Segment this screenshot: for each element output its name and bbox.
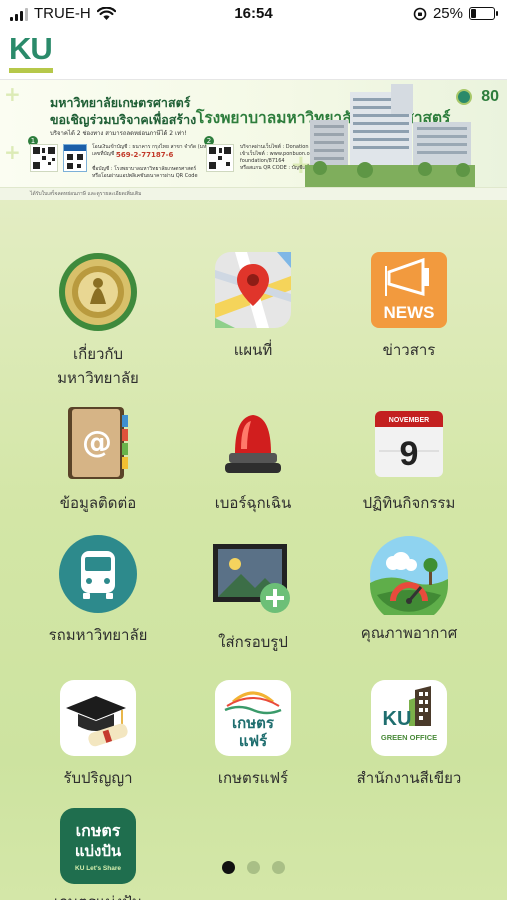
banner-footer-text: ได้รับใบเสร็จลดหย่อนภาษี และดูรายละเอียด…: [30, 191, 142, 197]
app-label: ข่าวสาร: [382, 341, 436, 359]
news-icon: NEWS: [371, 252, 447, 328]
app-label: เบอร์ฉุกเฉิน: [214, 494, 292, 512]
decorative-cross-icon: +: [4, 82, 21, 106]
app-label: รับปริญญา: [63, 769, 133, 787]
app-university-bus[interactable]: รถมหาวิทยาลัย: [23, 535, 173, 647]
app-label: แผนที่: [233, 341, 273, 359]
calendar-icon: NOVEMBER 9: [371, 405, 447, 481]
bus-icon: [59, 535, 137, 613]
app-calendar[interactable]: NOVEMBER 9 ปฏิทินกิจกรรม: [334, 405, 484, 515]
app-label: รถมหาวิทยาลัย: [48, 626, 148, 644]
add-photo-frame-icon: [213, 540, 293, 616]
app-header: KU: [0, 28, 507, 80]
app-kaset-fair[interactable]: เกษตร แฟร์ เกษตรแฟร์: [178, 680, 328, 790]
bank-account-number: 569-2-77187-6: [116, 151, 174, 159]
battery-icon: [469, 7, 498, 20]
app-contacts[interactable]: @ ข้อมูลติดต่อ: [23, 405, 173, 515]
qr-code-icon: [30, 144, 58, 172]
green-office-icon: KU GREEN OFFICE: [371, 680, 447, 756]
page-dot-2[interactable]: [247, 861, 260, 874]
university-seal-icon: [58, 252, 138, 332]
banner-footer: ได้รับใบเสร็จลดหย่อนภาษี และดูรายละเอียด…: [0, 187, 507, 200]
contacts-book-icon: @: [60, 405, 136, 481]
app-emergency[interactable]: เบอร์ฉุกเฉิน: [178, 405, 328, 515]
air-quality-icon: [369, 535, 449, 624]
battery-percent: 25%: [432, 5, 463, 22]
app-about-university[interactable]: เกี่ยวกับ มหาวิทยาลัย: [23, 252, 173, 390]
step1-note: ชื่อบัญชี : โรงพยาบาลมหาวิทยาลัยเกษตรศาส…: [92, 166, 198, 179]
app-label: คุณภาพอากาศ: [360, 624, 458, 642]
status-bar: TRUE-H 16:54 25%: [0, 0, 507, 28]
kaset-share-top: เกษตร: [76, 821, 121, 840]
ku-logo[interactable]: KU: [9, 32, 55, 74]
ku-logo-text: KU: [9, 31, 53, 66]
app-photo-frame[interactable]: ใส่กรอบรูป: [178, 540, 328, 654]
banner-title-line2: ขอเชิญร่วมบริจาคเพื่อสร้าง: [50, 112, 197, 127]
app-label: ปฏิทินกิจกรรม: [362, 494, 456, 512]
app-label: สำนักงานสีเขียว: [356, 769, 462, 787]
app-green-office[interactable]: KU GREEN OFFICE สำนักงานสีเขียว: [334, 680, 484, 790]
anniversary-logo: 80: [481, 88, 499, 105]
app-label: เกษตรแฟร์: [217, 769, 289, 787]
bank-qr-code-icon: [63, 144, 87, 172]
graduation-cap-icon: [60, 680, 136, 756]
ku-logo-underline: [9, 68, 53, 73]
page-dot-1[interactable]: [222, 861, 235, 874]
kaset-fair-icon: เกษตร แฟร์: [215, 680, 291, 756]
app-graduation[interactable]: รับปริญญา: [23, 680, 173, 790]
app-air-quality[interactable]: คุณภาพอากาศ: [334, 535, 484, 645]
map-icon: [215, 252, 291, 328]
kaset-share-mid: แบ่งปัน: [75, 842, 122, 860]
kaset-fair-bottom: แฟร์: [239, 732, 268, 750]
app-label: เกษตรแบ่งปัน: [23, 890, 173, 900]
kaset-fair-top: เกษตร: [232, 714, 275, 732]
app-grid: เกี่ยวกับ มหาวิทยาลัย แผนที่ NEWS ข่าวสา…: [0, 200, 507, 900]
emergency-siren-icon: [215, 405, 291, 481]
app-label: ข้อมูลติดต่อ: [59, 494, 137, 512]
page-dot-3[interactable]: [272, 861, 285, 874]
app-news[interactable]: NEWS ข่าวสาร: [334, 252, 484, 362]
app-label: ใส่กรอบรูป: [218, 633, 288, 651]
app-kaset-share[interactable]: เกษตร แบ่งปัน KU Let's Share เกษตรแบ่งปั…: [23, 808, 173, 900]
green-office-text: GREEN OFFICE: [381, 733, 437, 742]
banner-subtitle: บริจาคได้ 2 ช่องทาง สามารถลดหย่อนภาษีได้…: [50, 130, 187, 137]
donation-banner[interactable]: + + + มหาวิทยาลัยเกษตรศาสตร์ ขอเชิญร่วมบ…: [0, 80, 507, 200]
green-office-ku: KU: [383, 708, 412, 730]
app-label: เกี่ยวกับ มหาวิทยาลัย: [57, 345, 139, 387]
ku-seal-icon: [456, 89, 472, 105]
page-indicator[interactable]: [0, 861, 507, 874]
calendar-day: 9: [400, 435, 419, 473]
svg-text:@: @: [82, 425, 112, 460]
news-badge-text: NEWS: [384, 303, 435, 322]
hospital-building-illustration: [305, 84, 475, 187]
qr-code-icon: [206, 144, 234, 172]
orientation-lock-icon: [413, 7, 427, 20]
app-map[interactable]: แผนที่: [178, 252, 328, 362]
decorative-cross-icon: +: [4, 140, 21, 164]
calendar-month: NOVEMBER: [389, 417, 429, 424]
